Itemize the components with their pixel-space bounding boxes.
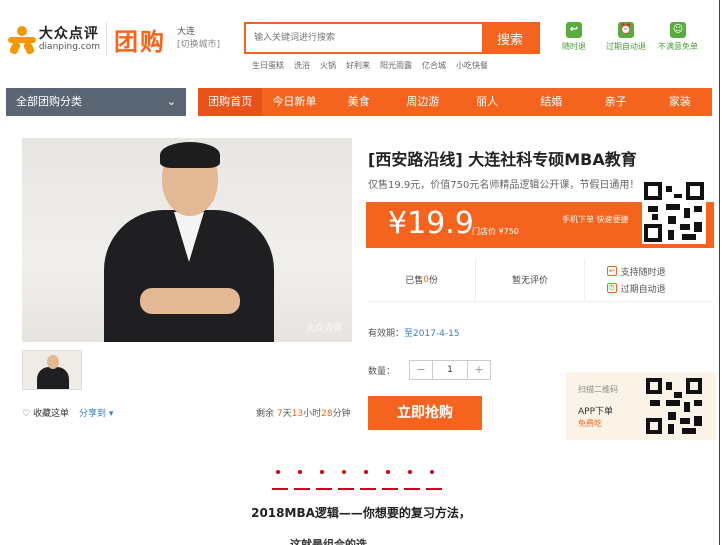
quantity-input[interactable]: 1 [432,361,469,379]
tab-parenting[interactable]: 亲子 [584,88,648,116]
product-subtitle: 仅售19.9元，价值750元名师精品逻辑公开课，节假日通用！ [368,180,640,191]
quantity-stepper: − 1 + [409,360,492,380]
favorite-label: 收藏这单 [32,409,69,419]
logo-cn-text: 大众点评 [38,26,99,43]
current-city: 大连 [177,27,196,37]
product-image[interactable]: 大众点评 [22,138,352,342]
remaining-hours: 13 [291,409,304,419]
mobile-order-label: 手机下单 快速便捷 [562,215,629,224]
remaining-prefix: 剩余 [256,409,275,419]
validity-date: 至2017-4-15 [404,329,460,339]
increment-button[interactable]: + [468,361,490,379]
original-price: 门店价 ¥750 [472,227,519,236]
refund-anytime-icon: ↩ [566,22,582,38]
tab-wedding[interactable]: 结婚 [519,88,583,116]
tab-food[interactable]: 美食 [327,88,391,116]
page-right-border [719,0,720,545]
article-next-line: 这就是组合的选 [290,538,367,545]
guarantee-expire-refund[interactable]: ⏰ 过期自动退 [606,22,646,52]
expire-refund-icon: ⏰ [618,22,634,38]
chevron-down-icon: ⌄ [166,95,176,108]
quantity-row: 数量： − 1 + [368,360,492,380]
buy-now-button[interactable]: 立即抢购 [368,396,482,430]
hotword-link[interactable]: 小吃快餐 [456,60,488,71]
expire-refund-label: 过期自动退 [620,284,666,295]
logo-en-text: dianping.com [38,41,100,52]
app-qr-code-icon [644,376,704,436]
site-header: 大众点评 dianping.com 团购 大连 [切换城市] 搜索 生日蛋糕 洗… [0,0,722,84]
guarantee-refund-anytime[interactable]: ↩ 随时退 [562,22,586,52]
expire-refund-icon: ⏱ [606,283,617,293]
switch-city-link[interactable]: [切换城市] [177,39,220,52]
remaining-minutes: 28 [321,409,333,419]
deal-price: ¥19.9 [388,206,474,241]
tab-home-decor[interactable]: 家装 [648,88,712,116]
all-categories-dropdown[interactable]: 全部团购分类 ⌄ [6,88,186,116]
city-selector[interactable]: 大连 [切换城市] [177,26,220,51]
support-refund-label: 支持随时退 [620,267,666,278]
share-label: 分享到 [78,409,106,419]
unsatisfied-icon: ☺ [670,22,686,38]
decrement-button[interactable]: − [410,361,432,379]
logo-divider [106,22,107,56]
search-bar: 搜索 [244,22,540,54]
article-divider [272,470,448,492]
favorite-share-bar: ♡ 收藏这单 分享到 ▾ [22,406,113,419]
tab-home[interactable]: 团购首页 [198,88,263,116]
scan-qr-label: 扫描二维码 [578,385,618,394]
tab-travel[interactable]: 周边游 [391,88,455,116]
sold-unit: 份 [429,276,439,286]
hotword-link[interactable]: 生日蛋糕 [252,60,284,71]
quantity-label: 数量： [368,366,396,377]
reviews-link[interactable]: 暂无评价 [476,258,585,301]
remaining-minutes-unit: 分钟 [332,409,351,419]
main-nav: 全部团购分类 ⌄ 团购首页 今日新单 美食 周边游 丽人 结婚 亲子 家装 [6,88,712,116]
hotword-link[interactable]: 洗浴 [294,60,310,71]
guarantee-label: 随时退 [562,42,586,51]
sold-count: 已售 0 份 [368,258,477,301]
refund-policies: ↩ 支持随时退 ⏱ 过期自动退 [585,258,714,301]
guarantee-label: 过期自动退 [606,42,646,51]
search-input[interactable] [246,24,482,52]
tab-beauty[interactable]: 丽人 [455,88,519,116]
dianping-logo-icon [8,26,36,56]
hotword-link[interactable]: 阳光雨露 [380,60,412,71]
nav-tabs: 团购首页 今日新单 美食 周边游 丽人 结婚 亲子 家装 [198,88,712,116]
hotword-link[interactable]: 亿合城 [422,60,446,71]
tab-new[interactable]: 今日新单 [262,88,326,116]
search-button[interactable]: 搜索 [482,24,538,52]
guarantee-label: 不满意免单 [658,42,698,51]
validity-label: 有效期： [368,329,405,339]
dianping-logo[interactable]: 大众点评 dianping.com [8,22,100,58]
product-thumbnail[interactable] [22,350,82,390]
qr-code-icon [642,180,706,244]
tuangou-logo[interactable]: 团购 [114,22,166,57]
remaining-days-unit: 天 [282,409,292,419]
remaining-hours-unit: 小时 [303,409,322,419]
share-dropdown[interactable]: 分享到 ▾ [79,406,113,419]
product-title: [西安路沿线] 大连社科专硕MBA教育 [368,150,637,169]
hotword-link[interactable]: 火锅 [320,60,336,71]
free-eat-label: 免费吃 [578,419,602,428]
remaining-time: 剩余 7天13小时28分钟 [256,406,351,419]
image-watermark: 大众点评 [305,324,342,334]
refund-anytime-icon: ↩ [606,266,617,276]
validity-period: 有效期：至2017-4-15 [368,326,460,339]
app-promo-box: 扫描二维码 APP下单 免费吃 [566,372,716,440]
deal-stats: 已售 0 份 暂无评价 ↩ 支持随时退 ⏱ 过期自动退 [368,258,714,302]
categories-label: 全部团购分类 [16,95,82,108]
favorite-link[interactable]: ♡ 收藏这单 [22,406,69,419]
hot-keywords: 生日蛋糕 洗浴 火锅 好利来 阳光雨露 亿合城 小吃快餐 [252,60,488,71]
article-title: 2018MBA逻辑——你想要的复习方法， [251,506,471,520]
guarantee-unsatisfied[interactable]: ☺ 不满意免单 [658,22,698,52]
app-order-label: APP下单 [578,407,614,417]
hotword-link[interactable]: 好利来 [346,60,370,71]
sold-label: 已售 [405,276,424,286]
